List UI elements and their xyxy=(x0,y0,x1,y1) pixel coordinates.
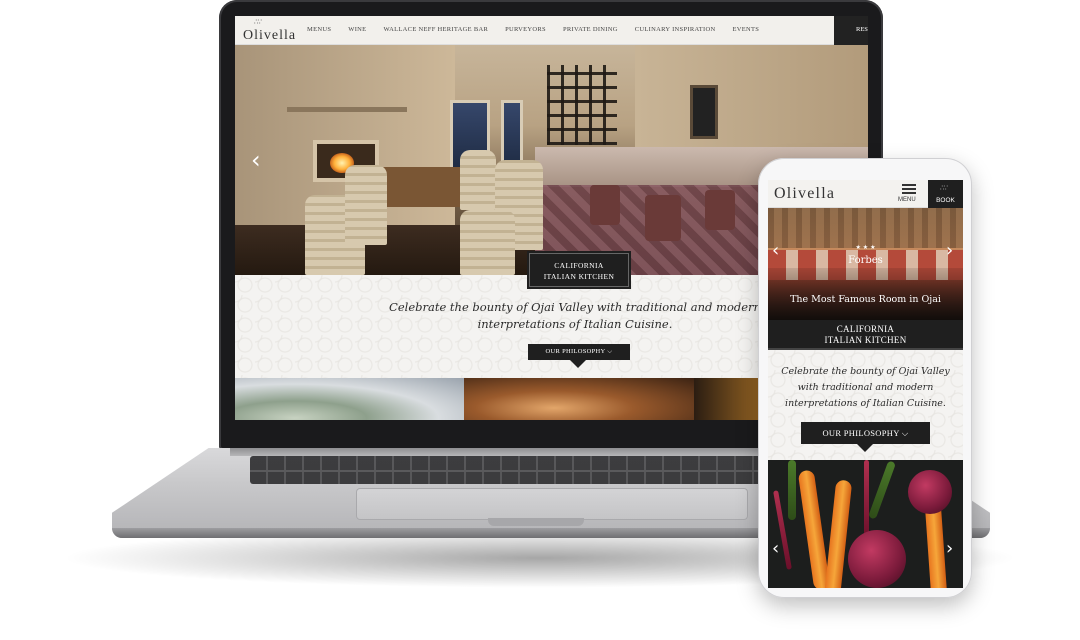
veg-prev-arrow-icon[interactable]: ‹ xyxy=(772,540,779,558)
tag-line-1: CALIFORNIA xyxy=(554,261,604,270)
hero-wood-wall xyxy=(768,208,963,248)
nav-item-heritage-bar[interactable]: WALLACE NEFF HERITAGE BAR xyxy=(383,26,488,33)
olive-cluster-icon: ∴∵ xyxy=(254,18,262,26)
tag-line-2: ITALIAN KITCHEN xyxy=(543,272,615,281)
hero-red-chair xyxy=(645,195,681,241)
keyboard-row-divider xyxy=(250,470,770,472)
nav-item-wine[interactable]: WINE xyxy=(348,26,366,33)
tag-line-2: ITALIAN KITCHEN xyxy=(824,335,907,345)
logo-text: Olivella xyxy=(243,28,297,43)
cta-pointer xyxy=(570,360,586,368)
veg-carrot xyxy=(823,479,853,588)
hero-chair xyxy=(460,150,496,210)
olive-cluster-icon: ∴∵ xyxy=(940,184,948,192)
veg-beet xyxy=(848,530,906,588)
hero-red-chair xyxy=(705,190,735,230)
hero-chair xyxy=(345,165,387,245)
our-philosophy-button[interactable]: OUR PHILOSOPHY ⌵ xyxy=(801,422,930,444)
hero-next-arrow-icon[interactable]: › xyxy=(946,242,953,260)
forbes-stars: ★ ★ ★ xyxy=(855,244,876,251)
veg-beet xyxy=(908,470,952,514)
mobile-cuisine-tag: CALIFORNIA ITALIAN KITCHEN xyxy=(768,320,963,350)
desktop-intro-text: Celebrate the bounty of Ojai Valley with… xyxy=(389,300,761,331)
hero-wine-rack xyxy=(547,65,617,145)
hero-red-chair xyxy=(590,185,620,225)
desktop-nav-menu: MENUS WINE WALLACE NEFF HERITAGE BAR PUR… xyxy=(307,26,776,33)
our-philosophy-button[interactable]: OUR PHILOSOPHY ⌵ xyxy=(528,344,630,360)
veg-leaf xyxy=(867,460,897,520)
hero-shelf xyxy=(287,107,407,112)
hamburger-menu-icon[interactable] xyxy=(902,184,916,194)
tag-line-1: CALIFORNIA xyxy=(836,324,895,334)
menu-label[interactable]: MENU xyxy=(898,197,916,203)
desktop-logo[interactable]: ∴∵ Olivella xyxy=(243,18,295,44)
hero-prev-arrow-icon[interactable]: ‹ xyxy=(772,242,779,260)
mobile-hero-image: ★ ★ ★ Forbes The Most Famous Room in Oja… xyxy=(768,208,963,320)
cta-pointer xyxy=(857,444,873,452)
veg-next-arrow-icon[interactable]: › xyxy=(946,540,953,558)
nav-item-menus[interactable]: MENUS xyxy=(307,26,331,33)
hero-wall-art xyxy=(690,85,718,139)
laptop-trackpad xyxy=(356,488,748,520)
desktop-navbar: ∴∵ Olivella MENUS WINE WALLACE NEFF HERI… xyxy=(235,16,868,45)
nav-item-private-dining[interactable]: PRIVATE DINING xyxy=(563,26,618,33)
hero-chair xyxy=(460,210,515,275)
mobile-website: Olivella MENU BOOK ∴∵ ★ ★ ★ Forbes The M… xyxy=(768,180,963,588)
hero-prev-arrow-icon[interactable]: ‹ xyxy=(251,148,261,172)
veg-carrot xyxy=(797,469,831,588)
laptop-notch xyxy=(488,518,584,526)
mobile-logo[interactable]: Olivella xyxy=(774,185,835,203)
nav-item-events[interactable]: EVENTS xyxy=(732,26,759,33)
mobile-header: Olivella MENU BOOK ∴∵ xyxy=(768,180,963,208)
forbes-badge: Forbes xyxy=(848,255,883,266)
gallery-image-2[interactable] xyxy=(464,378,694,420)
mobile-vegetable-image: ‹ › xyxy=(768,460,963,588)
nav-item-culinary-inspiration[interactable]: CULINARY INSPIRATION xyxy=(635,26,716,33)
hero-caption: The Most Famous Room in Ojai xyxy=(790,294,941,305)
gallery-image-1[interactable] xyxy=(235,378,464,420)
veg-stem xyxy=(864,460,869,540)
reserve-button[interactable]: RES xyxy=(834,16,868,45)
veg-leaf xyxy=(788,460,796,520)
mobile-intro-text: Celebrate the bounty of Ojai Valley with… xyxy=(781,366,950,409)
nav-item-purveyors[interactable]: PURVEYORS xyxy=(505,26,546,33)
desktop-cuisine-tag: CALIFORNIA ITALIAN KITCHEN xyxy=(527,251,631,289)
